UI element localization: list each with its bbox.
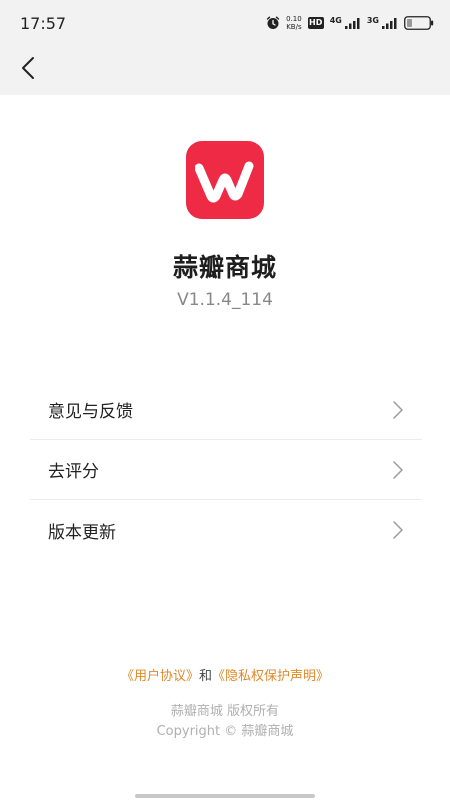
network-3g-label: 3G xyxy=(366,15,379,25)
menu-item-label: 去评分 xyxy=(48,462,99,482)
back-button[interactable] xyxy=(14,52,42,84)
top-bar: 17:57 0.10 KB/s HD 4G 3G xyxy=(0,0,450,95)
chevron-right-icon xyxy=(393,461,403,479)
chevron-right-icon xyxy=(393,521,403,539)
chevron-right-icon xyxy=(393,401,403,419)
app-logo-icon xyxy=(195,161,254,203)
chevron-left-icon xyxy=(22,57,34,79)
network-speed: 0.10 KB/s xyxy=(286,15,302,31)
footer-conjunction: 和 xyxy=(198,669,212,684)
copyright-text: Copyright © 蒜瓣商城 xyxy=(156,724,294,739)
alarm-icon xyxy=(266,16,280,30)
signal-4g-icon xyxy=(344,17,361,29)
network-speed-unit: KB/s xyxy=(286,23,302,31)
home-indicator[interactable] xyxy=(135,794,315,798)
status-icons: 0.10 KB/s HD 4G 3G xyxy=(266,12,434,34)
network-4g-label: 4G xyxy=(329,15,342,25)
copyright-block: 蒜瓣商城 版权所有 Copyright © 蒜瓣商城 xyxy=(0,702,450,742)
menu-item-label: 意见与反馈 xyxy=(48,402,133,422)
network-speed-value: 0.10 xyxy=(286,15,302,23)
menu-list: 意见与反馈 去评分 版本更新 xyxy=(30,380,422,560)
hd-icon: HD xyxy=(307,17,324,29)
app-version: V1.1.4_114 xyxy=(177,290,273,310)
user-agreement-link[interactable]: 《用户协议》 xyxy=(121,669,199,684)
menu-item-rate[interactable]: 去评分 xyxy=(30,440,422,500)
rights-text: 蒜瓣商城 版权所有 xyxy=(170,704,280,719)
signal-3g-icon xyxy=(382,17,398,29)
app-logo xyxy=(186,141,264,219)
about-screen: 17:57 0.10 KB/s HD 4G 3G 蒜瓣商城 V1.1.4_114… xyxy=(0,0,450,800)
menu-item-label: 版本更新 xyxy=(48,522,116,543)
app-name: 蒜瓣商城 xyxy=(172,253,277,282)
status-time: 17:57 xyxy=(20,14,67,33)
menu-item-feedback[interactable]: 意见与反馈 xyxy=(30,380,422,440)
menu-item-update[interactable]: 版本更新 xyxy=(30,500,422,560)
privacy-policy-link[interactable]: 《隐私权保护声明》 xyxy=(212,669,329,684)
battery-icon xyxy=(404,16,434,30)
footer-links: 《用户协议》和《隐私权保护声明》 xyxy=(0,665,450,684)
